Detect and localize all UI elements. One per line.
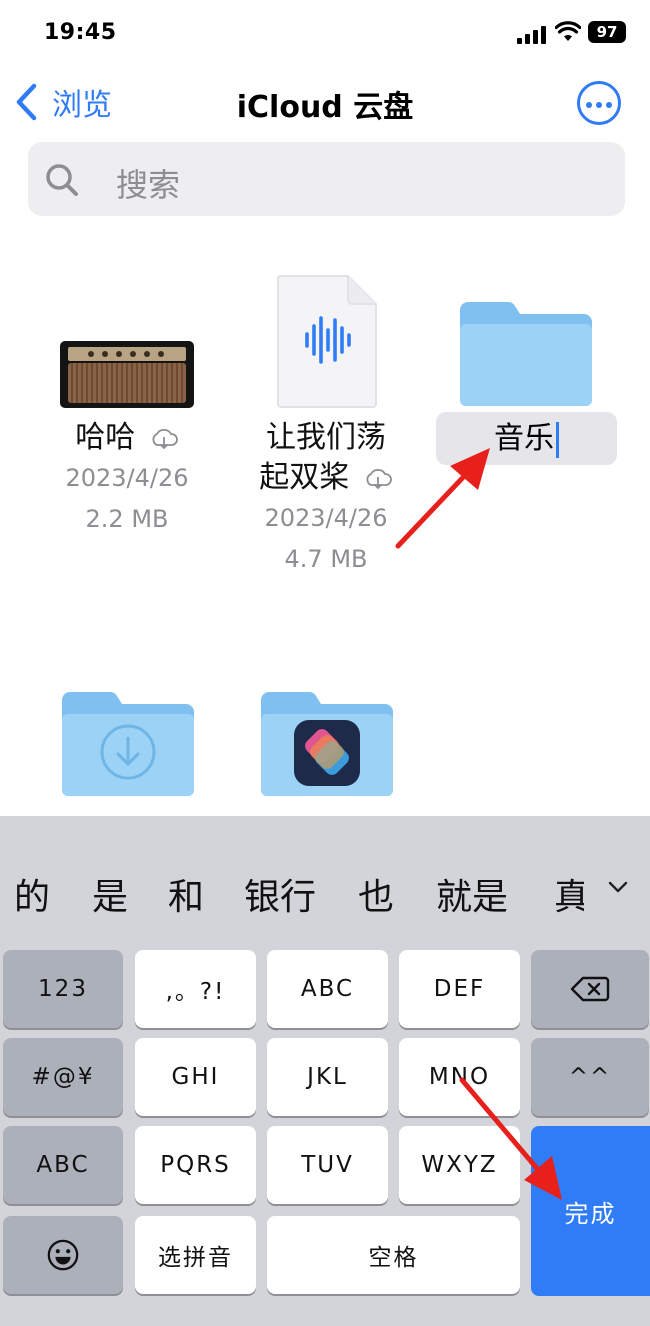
wifi-icon [555,21,581,41]
shortcuts-app-icon [294,720,360,786]
status-time: 19:45 [44,20,117,45]
key-punctuation[interactable]: ,。?! [135,950,256,1028]
key-jkl[interactable]: JKL [267,1038,388,1116]
key-tuv[interactable]: TUV [267,1126,388,1204]
more-options-button[interactable] [577,81,621,125]
search-icon [46,164,78,196]
search-placeholder: 搜索 [116,166,181,204]
expand-candidates-button[interactable] [584,860,650,920]
key-abc-mode[interactable]: ABC [3,1126,123,1204]
keyboard: 的 是 和 银行 也 就是 真 123 ,。?! ABC DEF #@¥ GHI… [0,816,650,1326]
space-key[interactable]: 空格 [267,1216,520,1294]
key-abc[interactable]: ABC [267,950,388,1028]
file-name-line1: 让我们荡 [266,420,386,455]
candidate-bar: 的 是 和 银行 也 就是 真 [0,860,650,920]
cloud-download-icon[interactable] [363,468,393,490]
key-symbols[interactable]: #@¥ [3,1038,123,1116]
candidate-word[interactable]: 和 [168,868,204,920]
text-caret [556,421,559,458]
key-pqrs[interactable]: PQRS [135,1126,256,1204]
audio-file-icon[interactable] [276,274,378,408]
done-button[interactable]: 完成 [531,1126,650,1296]
candidate-word[interactable]: 的 [14,868,50,920]
file-size: 2.2 MB [85,505,169,533]
battery-icon: 97 [588,21,626,43]
file-date: 2023/4/26 [264,504,388,532]
key-def[interactable]: DEF [399,950,520,1028]
file-date: 2023/4/26 [65,464,189,492]
page-title: iCloud 云盘 [236,90,414,125]
file-name: 哈哈 [75,420,136,455]
key-emoticon[interactable]: ^^ [531,1038,649,1116]
candidate-word[interactable]: 是 [92,868,128,920]
guitar-amp-thumbnail[interactable] [60,341,194,408]
cellular-signal-icon [517,24,549,44]
delete-button[interactable] [531,950,649,1028]
file-item-haha[interactable]: 哈哈 2023/4/26 2.2 MB [27,418,227,540]
key-select-pinyin[interactable]: 选拼音 [135,1216,256,1294]
emoji-icon [47,1239,79,1271]
rename-input[interactable]: 音乐 [436,412,617,465]
folder-name-text: 音乐 [494,421,554,456]
status-bar: 19:45 97 [0,0,650,64]
folder-icon[interactable] [458,300,594,408]
candidate-word[interactable]: 就是 [436,868,508,920]
search-input[interactable]: 搜索 [28,142,625,216]
key-mno[interactable]: MNO [399,1038,520,1116]
backspace-icon [570,976,610,1002]
file-size: 4.7 MB [284,545,368,573]
key-123[interactable]: 123 [3,950,123,1028]
key-wxyz[interactable]: WXYZ [399,1126,520,1204]
chevron-down-icon [608,881,628,893]
candidate-word[interactable]: 银行 [244,868,316,920]
cloud-download-icon[interactable] [149,428,179,450]
file-name-line2: 起双桨 [259,460,350,495]
key-ghi[interactable]: GHI [135,1038,256,1116]
download-folder-icon[interactable] [60,690,196,798]
candidate-word[interactable]: 也 [358,868,394,920]
emoji-button[interactable] [3,1216,123,1294]
file-item-song[interactable]: 让我们荡 起双桨 2023/4/26 4.7 MB [226,418,426,580]
